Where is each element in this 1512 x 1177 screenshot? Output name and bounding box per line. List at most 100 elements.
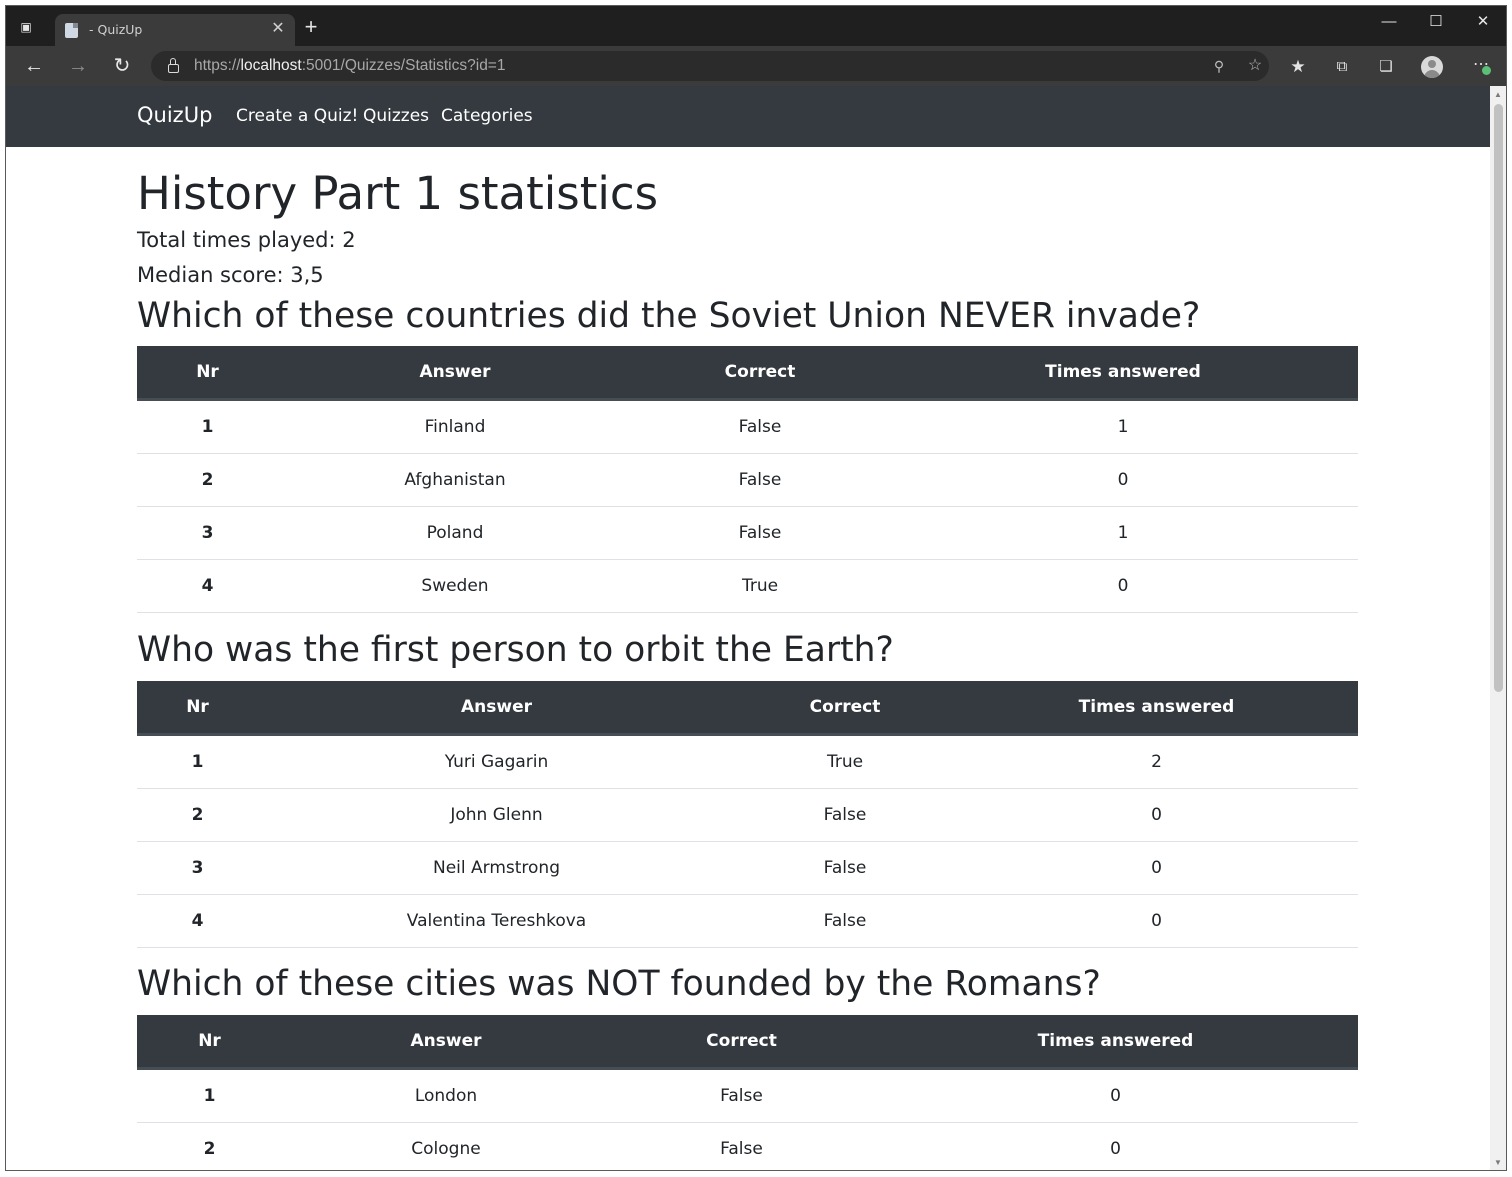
table-row: 4 Valentina Tereshkova False 0 — [137, 894, 1358, 948]
url-host: localhost — [240, 57, 302, 74]
header-nr: Nr — [137, 1015, 282, 1070]
cell-correct: False — [610, 1068, 873, 1123]
cell-nr: 3 — [137, 841, 258, 895]
site-navbar: QuizUp Create a Quiz! Quizzes Categories — [6, 86, 1490, 147]
cell-times-answered: 0 — [873, 1122, 1358, 1170]
browser-window: ▣ - QuizUp ✕ + — ☐ ✕ ← → ↻ https://local… — [5, 5, 1507, 1171]
cell-nr: 2 — [137, 453, 278, 507]
cell-correct: False — [610, 1122, 873, 1170]
cell-times-answered: 0 — [888, 559, 1358, 613]
url-scheme: https:// — [194, 57, 241, 74]
nav-create-quiz[interactable]: Create a Quiz! — [236, 106, 358, 126]
lock-icon[interactable] — [168, 58, 179, 73]
table-row: 1 London False 0 — [137, 1068, 1358, 1123]
extensions-icon[interactable]: ❏ — [1375, 56, 1397, 78]
zoom-icon[interactable]: ⚲ — [1209, 56, 1229, 76]
table-row: 2 John Glenn False 0 — [137, 788, 1358, 842]
cell-correct: True — [632, 559, 888, 613]
close-window-icon[interactable]: ✕ — [1468, 10, 1498, 34]
cell-times-answered: 2 — [955, 734, 1358, 789]
answers-table: Nr Answer Correct Times answered 1 Finla… — [137, 346, 1358, 613]
median-score: Median score: 3,5 — [137, 263, 324, 287]
cell-nr: 3 — [137, 506, 278, 560]
table-row: 1 Yuri Gagarin True 2 — [137, 734, 1358, 789]
page-scrollbar[interactable]: ▲ ▼ — [1490, 86, 1506, 1170]
cell-answer: Yuri Gagarin — [258, 734, 735, 789]
cell-correct: False — [735, 788, 955, 842]
cell-times-answered: 0 — [955, 894, 1358, 948]
scroll-down-icon[interactable]: ▼ — [1490, 1156, 1506, 1170]
question-title: Who was the first person to orbit the Ea… — [137, 630, 894, 670]
tab-strip: ▣ - QuizUp ✕ + — ☐ ✕ — [6, 6, 1506, 46]
cell-answer: John Glenn — [258, 788, 735, 842]
scroll-up-icon[interactable]: ▲ — [1490, 88, 1506, 102]
question-title: Which of these countries did the Soviet … — [137, 296, 1201, 336]
minimize-icon[interactable]: — — [1374, 10, 1404, 34]
nav-categories[interactable]: Categories — [441, 106, 533, 126]
total-times-played: Total times played: 2 — [137, 228, 356, 252]
table-header-row: Nr Answer Correct Times answered — [137, 1015, 1358, 1070]
question-title: Which of these cities was NOT founded by… — [137, 964, 1101, 1004]
back-icon[interactable]: ← — [21, 53, 47, 79]
header-nr: Nr — [137, 346, 278, 401]
cell-correct: False — [735, 841, 955, 895]
url-path: :5001/Quizzes/Statistics?id=1 — [301, 57, 506, 74]
page-title: History Part 1 statistics — [137, 167, 659, 220]
tab-title: - QuizUp — [89, 22, 143, 37]
cell-nr: 1 — [137, 734, 258, 789]
cell-times-answered: 1 — [888, 506, 1358, 560]
cell-correct: False — [735, 894, 955, 948]
header-times-answered: Times answered — [888, 346, 1358, 401]
cell-times-answered: 0 — [955, 788, 1358, 842]
answers-table: Nr Answer Correct Times answered 1 Londo… — [137, 1015, 1358, 1170]
url-text[interactable]: https://localhost:5001/Quizzes/Statistic… — [194, 57, 505, 75]
favorites-icon[interactable]: ★ — [1287, 56, 1309, 78]
header-answer: Answer — [282, 1015, 610, 1070]
cell-answer: Finland — [278, 399, 632, 454]
cell-nr: 2 — [137, 788, 258, 842]
header-nr: Nr — [137, 681, 258, 736]
page-viewport: QuizUp Create a Quiz! Quizzes Categories… — [6, 86, 1490, 1170]
cell-answer: Cologne — [282, 1122, 610, 1170]
close-tab-icon[interactable]: ✕ — [269, 20, 287, 38]
cell-answer: London — [282, 1068, 610, 1123]
header-times-answered: Times answered — [955, 681, 1358, 736]
scroll-thumb[interactable] — [1494, 104, 1503, 692]
tab-actions-icon[interactable]: ▣ — [18, 19, 34, 35]
header-correct: Correct — [610, 1015, 873, 1070]
cell-answer: Poland — [278, 506, 632, 560]
cell-answer: Sweden — [278, 559, 632, 613]
cell-correct: True — [735, 734, 955, 789]
collections-icon[interactable]: ⧉ — [1331, 56, 1353, 78]
browser-toolbar: ← → ↻ https://localhost:5001/Quizzes/Sta… — [6, 46, 1506, 86]
refresh-icon[interactable]: ↻ — [109, 53, 135, 79]
table-row: 2 Cologne False 0 — [137, 1122, 1358, 1170]
table-header-row: Nr Answer Correct Times answered — [137, 346, 1358, 401]
header-correct: Correct — [735, 681, 955, 736]
cell-nr: 4 — [137, 559, 278, 613]
table-row: 3 Poland False 1 — [137, 506, 1358, 560]
address-bar[interactable]: https://localhost:5001/Quizzes/Statistic… — [151, 51, 1269, 81]
new-tab-icon[interactable]: + — [301, 16, 321, 38]
table-row: 4 Sweden True 0 — [137, 559, 1358, 613]
table-row: 1 Finland False 1 — [137, 399, 1358, 454]
page-favicon-icon — [65, 23, 78, 38]
table-row: 3 Neil Armstrong False 0 — [137, 841, 1358, 895]
cell-times-answered: 0 — [873, 1068, 1358, 1123]
maximize-icon[interactable]: ☐ — [1421, 10, 1451, 34]
header-correct: Correct — [632, 346, 888, 401]
cell-correct: False — [632, 506, 888, 560]
profile-avatar-icon[interactable] — [1421, 56, 1443, 78]
nav-quizzes[interactable]: Quizzes — [363, 106, 429, 126]
site-brand[interactable]: QuizUp — [137, 103, 212, 127]
header-answer: Answer — [278, 346, 632, 401]
forward-icon[interactable]: → — [65, 53, 91, 79]
cell-times-answered: 0 — [955, 841, 1358, 895]
cell-times-answered: 1 — [888, 399, 1358, 454]
update-badge-icon — [1482, 66, 1491, 75]
browser-tab[interactable]: - QuizUp ✕ — [55, 14, 295, 46]
cell-nr: 1 — [137, 1068, 282, 1123]
header-times-answered: Times answered — [873, 1015, 1358, 1070]
cell-nr: 4 — [137, 894, 258, 948]
add-favorite-icon[interactable]: ☆ — [1245, 56, 1265, 76]
